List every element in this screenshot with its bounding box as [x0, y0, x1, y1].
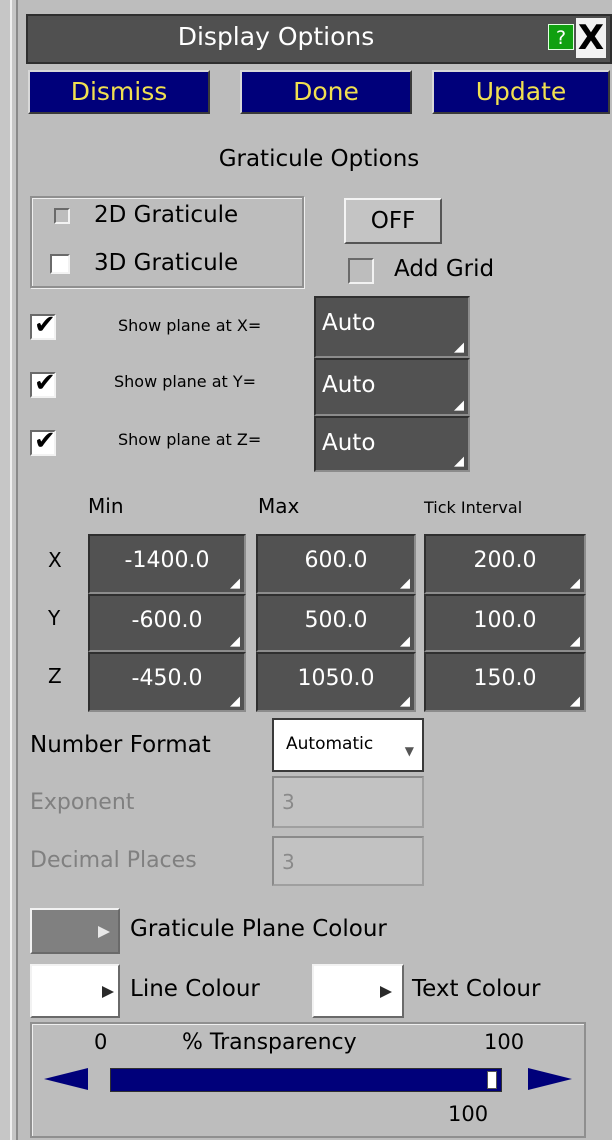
x-max-value: 600.0 [304, 548, 368, 573]
colour-arrow-icon [380, 986, 392, 998]
done-button[interactable]: Done [240, 70, 412, 114]
graticule-section-title: Graticule Options [218, 146, 420, 172]
header-min: Min [88, 494, 124, 518]
z-tick-input[interactable]: 150.0 ◢ [424, 652, 586, 712]
z-tick-value: 150.0 [473, 666, 537, 691]
decimal-places-label: Decimal Places [30, 848, 197, 873]
plane-y-input[interactable]: Auto ◢ [314, 358, 470, 416]
transparency-value: 100 [448, 1102, 489, 1126]
z-min-value: -450.0 [131, 666, 203, 691]
label-2d-graticule: 2D Graticule [94, 202, 239, 228]
close-icon[interactable]: X [576, 18, 606, 58]
colour-arrow-icon [102, 986, 114, 998]
text-colour-button[interactable] [312, 964, 404, 1018]
window-title: Display Options [177, 22, 375, 51]
y-min-input[interactable]: -600.0 ◢ [88, 594, 246, 652]
transparency-slider-track[interactable] [110, 1068, 502, 1092]
plane-x-value: Auto [322, 310, 376, 336]
y-max-value: 500.0 [304, 608, 368, 633]
resize-corner-icon: ◢ [230, 634, 240, 649]
number-format-dropdown[interactable]: Automatic ▼ [272, 718, 424, 772]
resize-corner-icon: ◢ [570, 576, 580, 591]
exponent-input[interactable]: 3 [272, 776, 424, 828]
transparency-slider-thumb[interactable] [487, 1071, 497, 1089]
update-button[interactable]: Update [432, 70, 610, 114]
x-min-input[interactable]: -1400.0 ◢ [88, 534, 246, 594]
graticule-plane-colour-label: Graticule Plane Colour [130, 916, 387, 942]
resize-corner-icon: ◢ [570, 694, 580, 709]
label-3d-graticule: 3D Graticule [94, 250, 239, 276]
resize-corner-icon: ◢ [454, 454, 464, 469]
x-tick-value: 200.0 [473, 548, 537, 573]
resize-corner-icon: ◢ [230, 576, 240, 591]
plane-x-label: Show plane at X= [118, 316, 262, 335]
text-colour-label: Text Colour [412, 976, 541, 1002]
x-tick-input[interactable]: 200.0 ◢ [424, 534, 586, 594]
decimal-places-value: 3 [282, 850, 295, 874]
transparency-title: % Transparency [182, 1030, 357, 1055]
exponent-label: Exponent [30, 790, 135, 815]
number-format-value: Automatic [286, 734, 374, 754]
dismiss-button[interactable]: Dismiss [28, 70, 210, 114]
checkmark-icon: ✔ [34, 310, 56, 340]
x-max-input[interactable]: 600.0 ◢ [256, 534, 416, 594]
y-max-input[interactable]: 500.0 ◢ [256, 594, 416, 652]
plane-z-label: Show plane at Z= [118, 430, 262, 449]
transparency-min-label: 0 [94, 1030, 108, 1054]
add-grid-label: Add Grid [394, 256, 495, 282]
decimal-places-input[interactable]: 3 [272, 836, 424, 886]
plane-y-label: Show plane at Y= [114, 372, 257, 391]
help-icon[interactable]: ? [548, 24, 574, 50]
resize-corner-icon: ◢ [400, 576, 410, 591]
dropdown-arrow-icon: ▼ [404, 744, 414, 758]
y-min-value: -600.0 [131, 608, 203, 633]
checkmark-icon: ✔ [34, 426, 56, 456]
transparency-max-label: 100 [484, 1030, 525, 1054]
y-tick-value: 100.0 [473, 608, 537, 633]
graticule-off-button[interactable]: OFF [344, 198, 442, 244]
plane-x-checkbox[interactable]: ✔ [30, 310, 56, 340]
line-colour-button[interactable] [30, 964, 120, 1018]
y-tick-input[interactable]: 100.0 ◢ [424, 594, 586, 652]
window-frame-left [0, 0, 18, 1140]
plane-y-checkbox[interactable]: ✔ [30, 368, 56, 398]
number-format-label: Number Format [30, 732, 211, 758]
x-min-value: -1400.0 [124, 548, 210, 573]
z-max-input[interactable]: 1050.0 ◢ [256, 652, 416, 712]
resize-corner-icon: ◢ [400, 634, 410, 649]
colour-arrow-icon [98, 926, 110, 938]
plane-y-value: Auto [322, 372, 376, 398]
graticule-plane-colour-button[interactable] [30, 908, 120, 954]
title-bar[interactable]: Display Options ? X [26, 14, 612, 64]
plane-z-checkbox[interactable]: ✔ [30, 426, 56, 456]
plane-z-input[interactable]: Auto ◢ [314, 416, 470, 472]
plane-x-input[interactable]: Auto ◢ [314, 296, 470, 358]
axis-label-y: Y [48, 606, 61, 630]
resize-corner-icon: ◢ [400, 694, 410, 709]
checkmark-icon: ✔ [34, 368, 56, 398]
plane-z-value: Auto [322, 430, 376, 456]
radio-3d-graticule[interactable] [50, 254, 70, 274]
resize-corner-icon: ◢ [454, 340, 464, 355]
resize-corner-icon: ◢ [230, 694, 240, 709]
slider-right-arrow-icon[interactable] [528, 1066, 576, 1092]
exponent-value: 3 [282, 790, 295, 814]
resize-corner-icon: ◢ [570, 634, 580, 649]
slider-left-arrow-icon[interactable] [44, 1066, 92, 1092]
add-grid-checkbox[interactable] [348, 258, 374, 284]
header-max: Max [258, 494, 300, 518]
z-max-value: 1050.0 [297, 666, 375, 691]
header-tick-interval: Tick Interval [424, 498, 523, 517]
radio-2d-graticule[interactable] [54, 208, 70, 224]
axis-label-x: X [48, 548, 62, 572]
line-colour-label: Line Colour [130, 976, 260, 1002]
z-min-input[interactable]: -450.0 ◢ [88, 652, 246, 712]
axis-label-z: Z [48, 664, 62, 688]
resize-corner-icon: ◢ [454, 398, 464, 413]
